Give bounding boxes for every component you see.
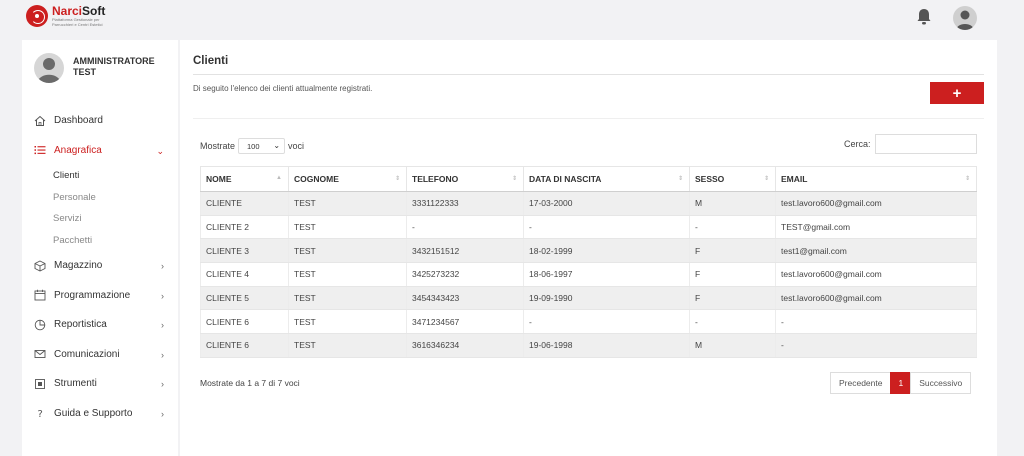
tool-icon xyxy=(35,378,45,389)
table-row[interactable]: CLIENTE 2 TEST - - - TEST@gmail.com xyxy=(200,215,977,240)
table-row[interactable]: CLIENTE 6 TEST 3471234567- - - xyxy=(200,309,977,335)
sidebar-item-reportistica[interactable]: Reportistica › xyxy=(22,310,178,340)
table-row[interactable]: CLIENTE 6 TEST 3616346234 19-06-1998 M - xyxy=(200,333,977,358)
pagination: Precedente 1 Successivo xyxy=(830,372,972,394)
top-bar: NarciSoft Piattaforma Gestionale per Par… xyxy=(0,0,1024,36)
column-header-nome[interactable]: NOME ▲ xyxy=(200,166,289,192)
pie-chart-icon xyxy=(34,319,46,331)
search-label: Cerca: xyxy=(844,139,871,149)
profile-avatar-icon[interactable] xyxy=(953,6,977,30)
table-row[interactable]: CLIENTE 4 TEST 3425273232 18-06-1997 Ftest.l… xyxy=(200,262,977,287)
sort-icon: ⇕ xyxy=(511,176,517,182)
sort-icon: ⇕ xyxy=(964,176,970,182)
sidebar-item-magazzino[interactable]: Magazzino › xyxy=(22,251,178,281)
question-icon: ? xyxy=(38,409,43,419)
search-input[interactable] xyxy=(875,134,977,154)
page-length-select[interactable]: 100 ⌄ xyxy=(238,138,286,154)
sidebar-item-strumenti[interactable]: Strumenti › xyxy=(22,369,178,399)
brand-logo[interactable]: NarciSoft Piattaforma Gestionale per Par… xyxy=(26,5,105,27)
sidebar-item-dashboard[interactable]: Dashboard xyxy=(22,106,178,136)
column-header-cognome[interactable]: COGNOME ⇕ xyxy=(288,166,407,192)
sidebar-item-guida-supporto[interactable]: ? Guida e Supporto › xyxy=(22,399,178,429)
sidebar-item-programmazione[interactable]: Programmazione › xyxy=(22,281,178,311)
chevron-right-icon: › xyxy=(161,379,164,389)
sidebar-nav: Dashboard Anagrafica ⌄ Clienti Personale… xyxy=(22,106,178,428)
user-avatar-icon xyxy=(34,53,64,83)
sort-icon: ⇕ xyxy=(763,176,769,182)
previous-page-button[interactable]: Precedente xyxy=(830,372,892,394)
divider xyxy=(193,74,984,75)
sidebar-subitem-pacchetti[interactable]: Pacchetti xyxy=(53,230,178,252)
mail-icon xyxy=(34,350,46,359)
anagrafica-submenu: Clienti Personale Servizi Pacchetti xyxy=(22,165,178,251)
chevron-right-icon: › xyxy=(161,349,164,360)
chevron-right-icon: › xyxy=(161,320,164,330)
sidebar-item-comunicazioni[interactable]: Comunicazioni › xyxy=(22,340,178,370)
calendar-icon xyxy=(34,290,46,301)
main-content: Clienti Di seguito l'elenco dei clienti … xyxy=(180,40,997,456)
user-name: AMMINISTRATORE TEST xyxy=(73,56,155,78)
svg-text:?: ? xyxy=(38,409,43,419)
page-length-control: Mostrate 100 ⌄ voci xyxy=(200,138,304,154)
bell-icon[interactable] xyxy=(916,8,932,26)
sort-icon: ⇕ xyxy=(677,176,683,182)
sidebar-subitem-clienti[interactable]: Clienti xyxy=(53,165,178,187)
page-title: Clienti xyxy=(193,55,229,67)
chevron-down-icon: ⌄ xyxy=(273,141,281,150)
sort-asc-icon: ▲ xyxy=(276,175,282,181)
table-row[interactable]: CLIENTE TEST 3331122333 17-03-2000 Mtest.lav… xyxy=(200,191,977,216)
next-page-button[interactable]: Successivo xyxy=(910,372,972,394)
chevron-right-icon: › xyxy=(161,290,164,301)
page-subtitle: Di seguito l'elenco dei clienti attualme… xyxy=(193,84,373,93)
list-icon xyxy=(34,146,46,155)
table-row[interactable]: CLIENTE 5 TEST 3454343423 19-09-1990 Ftest.l… xyxy=(200,286,977,311)
sidebar: AMMINISTRATORE TEST Dashboard Anagrafica… xyxy=(22,40,178,456)
brand-name: NarciSoft xyxy=(52,4,106,19)
clients-table: NOME ▲ COGNOME ⇕ TELEFONO ⇕ DATA DI NASCITA… xyxy=(200,166,977,358)
table-info: Mostrate da 1 a 7 di 7 voci xyxy=(200,378,300,388)
column-header-data-nascita[interactable]: DATA DI NASCITA ⇕ xyxy=(523,166,690,192)
box-icon xyxy=(34,260,46,272)
chevron-right-icon: › xyxy=(161,408,164,419)
column-header-email[interactable]: EMAIL ⇕ xyxy=(775,166,977,192)
divider xyxy=(193,118,984,119)
page-1-button[interactable]: 1 xyxy=(890,372,912,394)
brand-tagline: Piattaforma Gestionale per Parrucchieri … xyxy=(52,17,103,27)
sidebar-item-anagrafica[interactable]: Anagrafica ⌄ xyxy=(22,136,178,166)
sort-icon: ⇕ xyxy=(394,176,400,182)
chevron-down-icon: ⌄ xyxy=(156,145,164,156)
table-header-row: NOME ▲ COGNOME ⇕ TELEFONO ⇕ DATA DI NASCITA… xyxy=(200,166,977,192)
logo-badge-icon xyxy=(26,5,48,27)
home-icon xyxy=(34,115,46,126)
add-client-button[interactable]: + xyxy=(930,82,984,104)
chevron-right-icon: › xyxy=(161,261,164,271)
user-profile: AMMINISTRATORE TEST xyxy=(34,53,155,83)
sidebar-subitem-personale[interactable]: Personale xyxy=(53,187,178,209)
column-header-telefono[interactable]: TELEFONO ⇕ xyxy=(406,166,524,192)
table-row[interactable]: CLIENTE 3 TEST 3432151512 18-02-1999 Ftest1@… xyxy=(200,238,977,264)
sidebar-subitem-servizi[interactable]: Servizi xyxy=(53,208,178,230)
column-header-sesso[interactable]: SESSO ⇕ xyxy=(689,166,776,192)
